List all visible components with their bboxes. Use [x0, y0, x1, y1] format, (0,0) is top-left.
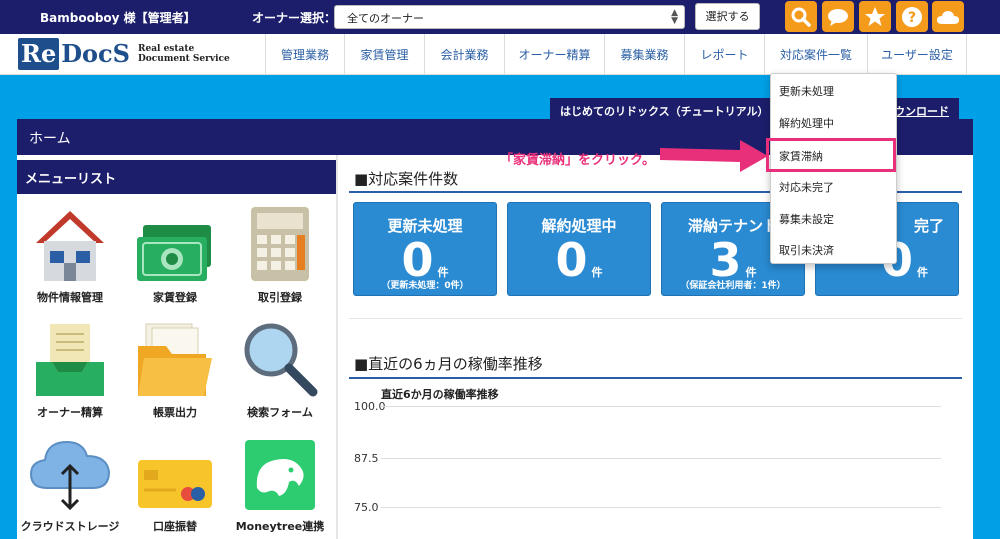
- money-icon: [125, 203, 225, 283]
- case-count-title: ■対応案件件数: [354, 170, 459, 188]
- grid-line: [381, 458, 941, 459]
- occupancy-title: ■直近の6ヵ月の稼働率推移: [354, 355, 543, 373]
- y-tick-label: 75.0: [354, 501, 379, 514]
- nav-case-list[interactable]: 対応案件一覧: [764, 34, 867, 74]
- house-icon: [20, 203, 120, 283]
- logo-tagline-1: Real estate: [137, 44, 195, 54]
- credit-card-icon: [125, 432, 225, 512]
- nav-recruitment[interactable]: 募集業務: [604, 34, 684, 74]
- dropdown-item-cancellation[interactable]: 解約処理中: [779, 115, 834, 131]
- menu-moneytree[interactable]: Moneytree連携: [230, 432, 330, 534]
- grid-line: [381, 406, 941, 407]
- inbox-tray-icon: [20, 318, 120, 398]
- section-divider: [349, 318, 962, 319]
- card-sub: （更新未処理：0件）: [381, 281, 469, 291]
- logo-tagline: Real estate Document Service: [138, 44, 230, 64]
- card-unit: 件: [591, 266, 603, 279]
- menu-property-management[interactable]: 物件情報管理: [20, 203, 120, 305]
- menu-label: 帳票出力: [153, 406, 197, 419]
- menu-label: 取引登録: [258, 291, 302, 304]
- menu-label: 家賃登録: [153, 291, 197, 304]
- section-underline: [349, 377, 962, 379]
- magnifier-icon: [230, 318, 330, 398]
- select-arrows-icon: ▲ ▼: [671, 8, 678, 26]
- card-sub: （保証会社利用者：1件）: [680, 281, 786, 291]
- menu-owner-settlement[interactable]: オーナー精算: [20, 318, 120, 420]
- logo-re: Re: [18, 38, 60, 70]
- download-link[interactable]: ウンロード: [894, 103, 949, 119]
- menu-rent-registration[interactable]: 家賃登録: [125, 203, 225, 305]
- logo-tagline-2: Document Service: [137, 54, 230, 64]
- y-tick-label: 87.5: [354, 452, 379, 465]
- dropdown-item-unsettled[interactable]: 取引未決済: [779, 242, 834, 258]
- card-value: 0: [555, 233, 588, 287]
- tutorial-label: はじめてのリドックス（チュートリアル）: [560, 105, 769, 118]
- select-button[interactable]: 選択する: [695, 3, 760, 30]
- cloud-transfer-icon: [20, 432, 120, 512]
- annotation-arrow-icon: [660, 140, 768, 172]
- menu-transaction-registration[interactable]: 取引登録: [230, 203, 330, 305]
- menu-bank-transfer[interactable]: 口座振替: [125, 432, 225, 534]
- menu-label: 物件情報管理: [37, 291, 103, 304]
- dropdown-item-renewal-pending[interactable]: 更新未処理: [779, 83, 834, 99]
- card-unit: 件: [917, 266, 928, 279]
- folder-icon: [125, 318, 225, 398]
- nav-user-settings[interactable]: ユーザー設定: [867, 34, 967, 74]
- owner-select[interactable]: 全てのオーナー ▲ ▼: [334, 5, 685, 29]
- moneytree-elephant-icon: [230, 432, 330, 512]
- menu-label: クラウドストレージ: [20, 520, 120, 533]
- menu-label: オーナー精算: [37, 406, 103, 419]
- chart-title: 直近6か月の稼働率推移: [381, 388, 499, 401]
- redocs-logo[interactable]: Re DocS Real estate Document Service: [18, 38, 230, 70]
- nav-rent[interactable]: 家賃管理: [344, 34, 424, 74]
- grid-line: [381, 507, 941, 508]
- star-icon[interactable]: [859, 1, 891, 32]
- chat-icon[interactable]: [822, 1, 854, 32]
- svg-text:?: ?: [908, 10, 916, 26]
- owner-select-value: 全てのオーナー: [347, 12, 424, 25]
- dropdown-item-incomplete[interactable]: 対応未完了: [779, 179, 834, 195]
- cloud-icon[interactable]: [932, 1, 964, 32]
- logo-docs: DocS: [61, 39, 130, 68]
- menu-label: 検索フォーム: [247, 406, 313, 419]
- calculator-icon: [230, 203, 330, 283]
- owner-select-label: オーナー選択：: [252, 11, 337, 25]
- help-icon[interactable]: ?: [896, 1, 928, 32]
- menu-list-header: メニューリスト: [17, 160, 336, 194]
- dropdown-item-recruitment-unset[interactable]: 募集未設定: [779, 211, 834, 227]
- menu-document-output[interactable]: 帳票出力: [125, 318, 225, 420]
- search-icon[interactable]: [785, 1, 817, 32]
- user-name: Bambooboy 様【管理者】: [40, 11, 196, 25]
- main-nav: Re DocS Real estate Document Service 管理業…: [0, 34, 1000, 75]
- highlight-box: [766, 138, 896, 172]
- menu-cloud-storage[interactable]: クラウドストレージ: [20, 432, 120, 534]
- menu-search-form[interactable]: 検索フォーム: [230, 318, 330, 420]
- menu-label: 口座振替: [153, 520, 197, 533]
- top-bar: Bambooboy 様【管理者】 オーナー選択： 全てのオーナー ▲ ▼ 選択する…: [0, 0, 1000, 34]
- menu-label: Moneytree連携: [235, 520, 325, 533]
- nav-owner-settlement[interactable]: オーナー精算: [504, 34, 604, 74]
- nav-report[interactable]: レポート: [684, 34, 764, 74]
- annotation-text: 「家賃滞納」をクリック。: [500, 153, 655, 168]
- nav-management[interactable]: 管理業務: [265, 34, 344, 74]
- menu-divider: [336, 155, 338, 539]
- card-cancellation[interactable]: 解約処理中 0件: [507, 202, 651, 296]
- nav-accounting[interactable]: 会計業務: [424, 34, 504, 74]
- card-renewal-pending[interactable]: 更新未処理 0件 （更新未処理：0件）: [353, 202, 497, 296]
